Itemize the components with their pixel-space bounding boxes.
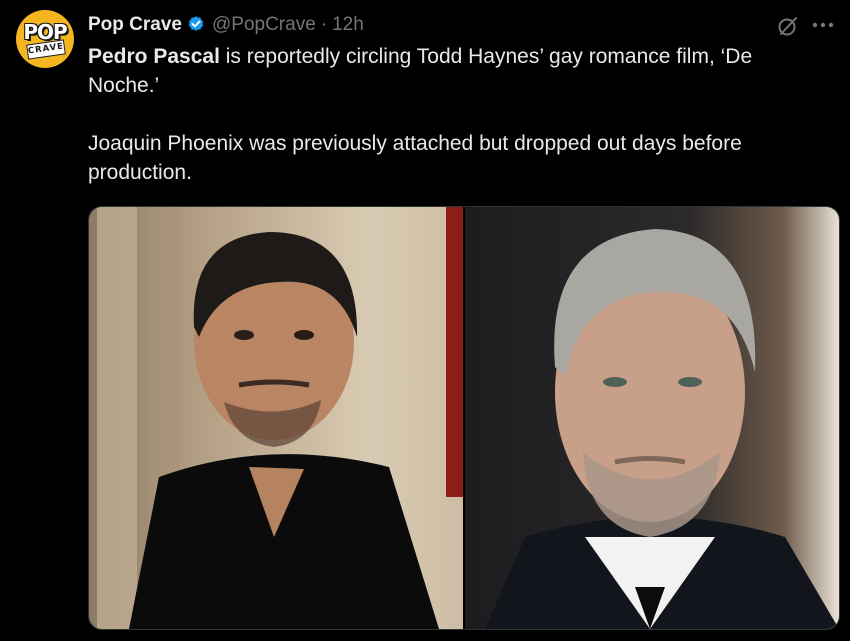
photo-pedro-pascal[interactable]: [89, 207, 463, 629]
tweet-text: Pedro Pascal is reportedly circling Todd…: [88, 42, 818, 187]
tweet-paragraph-1: Pedro Pascal is reportedly circling Todd…: [88, 42, 818, 100]
avatar[interactable]: POP CRAVE: [16, 10, 74, 68]
avatar-logo-text: POP: [23, 20, 67, 44]
verified-badge-icon: [188, 16, 204, 31]
tweet-paragraph-2: Joaquin Phoenix was previously attached …: [88, 132, 742, 184]
more-options-icon[interactable]: [812, 22, 834, 28]
tweet-timestamp[interactable]: 12h: [332, 14, 364, 36]
tweet-bold-name: Pedro Pascal: [88, 45, 220, 68]
grok-icon[interactable]: [776, 14, 800, 38]
display-name[interactable]: Pop Crave: [88, 14, 182, 36]
account-handle[interactable]: @PopCrave: [212, 14, 316, 36]
tweet-media[interactable]: [88, 206, 840, 630]
header-separator: ·: [320, 14, 328, 35]
tweet-header: Pop Crave @PopCrave · 12h: [88, 12, 364, 38]
photo-joaquin-phoenix[interactable]: [465, 207, 839, 629]
